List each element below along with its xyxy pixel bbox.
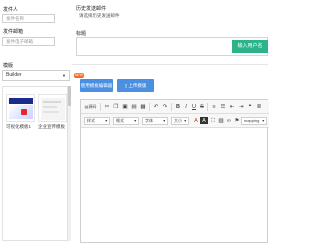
template-label: 模版 — [3, 63, 14, 69]
mapping-dropdown[interactable]: mapping ▼ — [241, 117, 267, 125]
visual-editor-button[interactable]: 使用模板编辑器 — [80, 79, 113, 92]
maximize-icon[interactable]: ⛶ — [209, 117, 217, 125]
paste-word-icon[interactable]: ▦ — [139, 103, 147, 111]
font-dropdown[interactable]: 字体 ▼ — [142, 117, 168, 125]
subject-label: 标题 — [76, 31, 87, 37]
toolbar-separator — [149, 103, 150, 111]
history-select[interactable]: 请选择历史发送邮件 — [76, 12, 196, 22]
divider — [72, 64, 268, 65]
link-icon[interactable]: ∞ — [225, 117, 233, 125]
style-dropdown-value: 样式 — [87, 118, 95, 123]
underline-icon[interactable]: U — [190, 103, 198, 111]
align-left-icon[interactable]: ≣ — [255, 103, 263, 111]
chevron-down-icon: ▼ — [62, 73, 66, 78]
thumbnail-line — [43, 111, 59, 113]
scrollbar-thumb[interactable] — [68, 86, 71, 106]
editor-toolbar-2: 样式 ▼ 格式 ▼ 字体 ▼ 大小 ▼ A A ⛶ ▨ ∞ ⚑ mapping ▼ — [81, 114, 269, 128]
bullet-list-icon[interactable]: ☰ — [219, 103, 227, 111]
visual-editor-button-label: 使用模板编辑器 — [80, 83, 113, 88]
template-list-scrollbar[interactable] — [67, 86, 71, 241]
italic-icon[interactable]: I — [182, 103, 190, 111]
chevron-down-icon: ▼ — [104, 119, 108, 123]
insert-username-button[interactable]: 输入用户名 — [232, 40, 268, 53]
template-list: 可视化模板1 企业宣传模板 — [2, 86, 70, 241]
flag-icon[interactable]: ⚑ — [233, 117, 241, 125]
sender-email-input[interactable] — [2, 37, 55, 46]
chevron-down-icon: ▼ — [183, 119, 187, 123]
chevron-down-icon: ▼ — [261, 119, 265, 123]
ordered-list-icon[interactable]: ≡ — [210, 103, 218, 111]
background-color-icon[interactable]: A — [200, 117, 208, 124]
template-thumbnail-2[interactable] — [38, 94, 67, 122]
template-caption-2: 企业宣传模板 — [38, 124, 65, 129]
toolbar-separator — [207, 103, 208, 111]
format-dropdown[interactable]: 格式 ▼ — [113, 117, 139, 125]
new-badge: NEW — [74, 73, 84, 78]
strikethrough-icon[interactable]: S — [198, 103, 206, 111]
upload-template-button[interactable]: ▯ 上传模版 — [117, 79, 154, 92]
indent-icon[interactable]: ⇥ — [237, 103, 245, 111]
bold-icon[interactable]: B — [174, 103, 182, 111]
mapping-dropdown-value: mapping — [244, 118, 260, 123]
template-select[interactable]: Builder ▼ — [2, 70, 70, 81]
redo-icon[interactable]: ↷ — [161, 103, 169, 111]
undo-icon[interactable]: ↶ — [152, 103, 160, 111]
font-dropdown-value: 字体 — [145, 118, 153, 123]
text-color-icon[interactable]: A — [192, 117, 200, 125]
history-label: 历史发送邮件 — [76, 6, 107, 12]
template-caption-1: 可视化模板1 — [6, 124, 32, 129]
editor-toolbar-1: ▤源码 ✂ ❐ ▣ ▤ ▦ ↶ ↷ B I U S ≡ ☰ ⇤ ⇥ ❝ ≣ — [81, 100, 269, 114]
image-icon[interactable]: ▨ — [217, 117, 225, 125]
thumbnail-header — [9, 98, 33, 104]
editor-content-area[interactable] — [81, 129, 267, 242]
blockquote-icon[interactable]: ❝ — [246, 103, 254, 111]
copy-icon[interactable]: ❐ — [112, 103, 120, 111]
template-thumbnail-1[interactable] — [6, 94, 35, 122]
paste-icon[interactable]: ▣ — [121, 103, 129, 111]
source-label: 源码 — [88, 104, 97, 109]
style-dropdown[interactable]: 样式 ▼ — [84, 117, 110, 125]
cut-icon[interactable]: ✂ — [103, 103, 111, 111]
sender-name-input[interactable] — [2, 14, 55, 23]
toolbar-separator — [100, 103, 101, 111]
upload-template-button-label: 上传模版 — [128, 83, 147, 88]
outdent-icon[interactable]: ⇤ — [228, 103, 236, 111]
source-button[interactable]: ▤源码 — [83, 103, 98, 111]
sender-label: 发件人 — [3, 7, 19, 13]
chevron-down-icon: ▼ — [133, 119, 137, 123]
thumbnail-accent — [21, 109, 27, 115]
toolbar-separator — [171, 103, 172, 111]
size-dropdown[interactable]: 大小 ▼ — [171, 117, 189, 125]
chevron-down-icon: ▼ — [162, 119, 166, 123]
rich-text-editor[interactable]: ▤源码 ✂ ❐ ▣ ▤ ▦ ↶ ↷ B I U S ≡ ☰ ⇤ ⇥ ❝ ≣ 样式… — [80, 99, 269, 243]
size-dropdown-value: 大小 — [174, 118, 182, 123]
template-select-value: Builder — [6, 72, 22, 78]
thumbnail-line — [43, 101, 61, 103]
format-dropdown-value: 格式 — [116, 118, 124, 123]
thumbnail-line — [43, 106, 57, 108]
paste-text-icon[interactable]: ▤ — [130, 103, 138, 111]
sender-email-label: 发件邮箱 — [3, 29, 24, 35]
